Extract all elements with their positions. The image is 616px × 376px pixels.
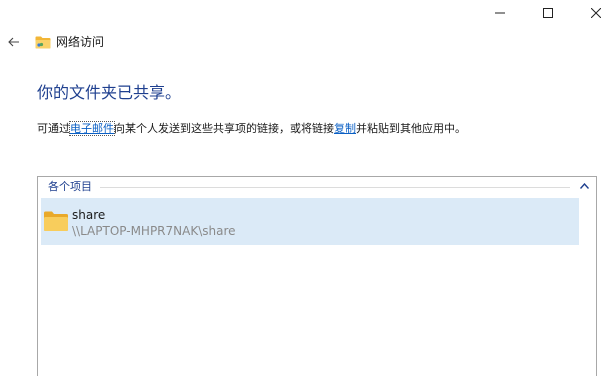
folder-icon bbox=[44, 211, 68, 231]
minimize-button[interactable] bbox=[477, 0, 523, 26]
item-path: \\LAPTOP-MHPR7NAK\share bbox=[72, 224, 236, 238]
collapse-group-button[interactable] bbox=[578, 180, 590, 192]
description-text-3: 并粘贴到其他应用中。 bbox=[356, 122, 466, 135]
item-name: share bbox=[72, 208, 106, 222]
maximize-icon bbox=[543, 8, 553, 18]
maximize-button[interactable] bbox=[525, 0, 571, 26]
shared-folder-icon bbox=[35, 36, 51, 49]
chevron-up-icon bbox=[579, 183, 589, 189]
group-header-label: 各个项目 bbox=[48, 180, 96, 194]
share-description: 可通过电子邮件向某个人发送到这些共享项的链接，或将链接复制并粘贴到其他应用中。 bbox=[37, 121, 466, 137]
back-arrow-icon bbox=[8, 37, 19, 47]
minimize-icon bbox=[495, 12, 505, 14]
close-button[interactable] bbox=[573, 0, 616, 26]
description-text-2: 向某个人发送到这些共享项的链接，或将链接 bbox=[114, 122, 334, 135]
back-button[interactable] bbox=[4, 33, 24, 51]
close-icon bbox=[591, 8, 601, 18]
shared-items-list: 各个项目 share \\LAPTOP-MHPR7NAK\share bbox=[37, 176, 597, 376]
window-title: 网络访问 bbox=[56, 35, 105, 49]
copy-link[interactable]: 复制 bbox=[334, 122, 356, 135]
page-heading: 你的文件夹已共享。 bbox=[37, 83, 182, 102]
group-divider bbox=[100, 187, 570, 188]
email-link[interactable]: 电子邮件 bbox=[69, 121, 115, 136]
list-item[interactable]: share \\LAPTOP-MHPR7NAK\share bbox=[41, 198, 579, 245]
description-text-1: 可通过 bbox=[37, 122, 70, 135]
